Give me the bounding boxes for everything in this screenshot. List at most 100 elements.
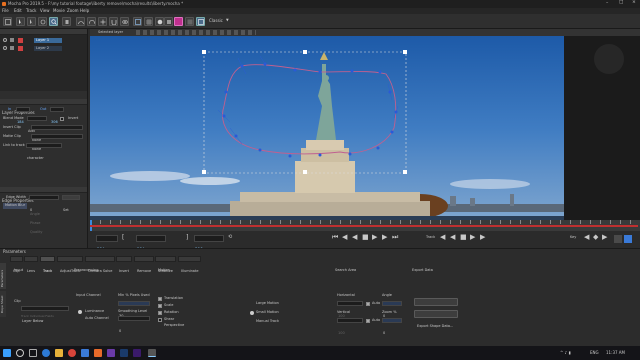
- horizontal-auto-checkbox[interactable]: [366, 302, 370, 306]
- end-frame-field[interactable]: 306: [194, 235, 224, 252]
- layer-dropdown[interactable]: Selected layer: [98, 30, 123, 35]
- maximize-button[interactable]: □: [619, 0, 623, 6]
- track-backward-icon[interactable]: ◀: [440, 234, 445, 241]
- start-frame-field[interactable]: 184: [96, 235, 118, 252]
- show-matte-icon[interactable]: [185, 17, 194, 26]
- link-tool-icon[interactable]: [120, 17, 129, 26]
- tab-clip[interactable]: Clip: [10, 256, 23, 273]
- clip-select[interactable]: Layer Below: [21, 306, 69, 323]
- step-back-icon[interactable]: ◀: [342, 234, 347, 241]
- add-point-icon[interactable]: [98, 17, 107, 26]
- task-view-icon[interactable]: [29, 349, 37, 357]
- layer-row[interactable]: Layer 2: [0, 45, 88, 52]
- store-icon[interactable]: [81, 349, 89, 357]
- hand-tool-icon[interactable]: [62, 17, 71, 26]
- edge-width-field[interactable]: 0: [29, 195, 59, 212]
- file-explorer-icon[interactable]: [55, 349, 63, 357]
- browser-icon[interactable]: [42, 349, 50, 357]
- layer-color-swatch[interactable]: [174, 17, 183, 26]
- media-icon[interactable]: [94, 349, 102, 357]
- luminance-radio[interactable]: [78, 310, 82, 314]
- zoom-field[interactable]: 0: [382, 318, 402, 335]
- export-shape-data-button[interactable]: Export Shape Data...: [414, 310, 458, 328]
- tab-stabilize[interactable]: Stabilize: [155, 256, 176, 273]
- rotation-checkbox[interactable]: [158, 311, 162, 315]
- mask-tool-icon[interactable]: [164, 17, 173, 26]
- timeline-bar[interactable]: [90, 220, 640, 231]
- eye-icon[interactable]: [3, 38, 7, 42]
- app-icon[interactable]: [107, 349, 115, 357]
- smoothing-level-field[interactable]: 0: [118, 316, 150, 333]
- mocha-taskbar-icon[interactable]: [148, 349, 156, 357]
- play-back-icon[interactable]: ◀: [352, 234, 357, 241]
- lock-icon[interactable]: [10, 46, 14, 50]
- add-key-icon[interactable]: ◆: [593, 234, 598, 241]
- next-key-icon[interactable]: ▶: [602, 234, 607, 241]
- track-step-back-icon[interactable]: ◀: [450, 234, 455, 241]
- invert-checkbox[interactable]: [60, 117, 64, 121]
- tab-camera-solve[interactable]: Camera Solve: [85, 256, 116, 273]
- minimize-button[interactable]: –: [606, 1, 608, 7]
- prev-key-icon[interactable]: ◀: [584, 234, 589, 241]
- menu-movie[interactable]: Movie: [53, 9, 65, 13]
- windows-start-icon[interactable]: [3, 349, 11, 357]
- zoom-tool-icon[interactable]: [49, 17, 58, 26]
- select-tool-icon[interactable]: [16, 17, 25, 26]
- grid-tool-icon[interactable]: [144, 17, 153, 26]
- delete-key-icon[interactable]: [614, 235, 622, 243]
- bracket-in-icon[interactable]: [: [122, 235, 124, 241]
- menu-file[interactable]: File: [2, 9, 9, 13]
- stop-icon[interactable]: ■: [362, 234, 369, 241]
- save-icon[interactable]: [3, 17, 12, 26]
- translation-checkbox[interactable]: [158, 297, 162, 301]
- vertical-auto-checkbox[interactable]: [366, 319, 370, 323]
- xspline-pen-icon[interactable]: [76, 17, 85, 26]
- select-all-icon[interactable]: [27, 17, 36, 26]
- pan-tool-icon[interactable]: [38, 17, 47, 26]
- tab-remove[interactable]: Remove: [134, 256, 155, 273]
- play-icon[interactable]: ▶: [372, 234, 377, 241]
- tab-illuminate[interactable]: Illuminate: [178, 256, 202, 273]
- blend-mode-select[interactable]: Add: [27, 116, 47, 133]
- insert-clip-select[interactable]: None: [31, 125, 83, 142]
- auto-key-icon[interactable]: [624, 235, 632, 243]
- layer-row[interactable]: Layer 1: [0, 37, 88, 44]
- set-button[interactable]: Set: [62, 195, 80, 212]
- insert-tool-icon[interactable]: [155, 17, 164, 26]
- after-effects-icon[interactable]: [133, 349, 141, 357]
- tab-lens[interactable]: Lens: [24, 256, 39, 273]
- current-frame-field[interactable]: 184: [136, 235, 166, 252]
- horizontal-field[interactable]: 100: [337, 301, 363, 318]
- track-stop-icon[interactable]: ■: [460, 234, 467, 241]
- menu-help[interactable]: Help: [80, 9, 89, 13]
- track-forward-icon[interactable]: ▶: [480, 234, 485, 241]
- shear-checkbox[interactable]: [158, 318, 162, 322]
- menu-view[interactable]: View: [40, 9, 50, 13]
- out-field[interactable]: 306: [50, 107, 64, 124]
- search-icon[interactable]: [16, 349, 24, 357]
- tab-adjust-track[interactable]: AdjustTrack: [57, 256, 84, 273]
- tab-insert[interactable]: Insert: [116, 256, 133, 273]
- magnetic-tool-icon[interactable]: [109, 17, 118, 26]
- tab-track[interactable]: Track: [40, 256, 56, 273]
- go-start-icon[interactable]: ⏮: [332, 234, 338, 241]
- view-mode-dropdown[interactable]: Classic: [209, 19, 223, 23]
- min-pixels-field[interactable]: 30: [118, 301, 150, 318]
- menu-zoom[interactable]: Zoom: [67, 9, 79, 13]
- small-motion-radio[interactable]: [250, 311, 254, 315]
- link-track-select[interactable]: character: [26, 143, 62, 160]
- menu-edit[interactable]: Edit: [14, 9, 22, 13]
- angle-field[interactable]: 0: [382, 301, 402, 318]
- export-tracking-data-button[interactable]: Export Tracking Data...: [414, 298, 458, 316]
- in-field[interactable]: 184: [16, 107, 30, 124]
- track-step-forward-icon[interactable]: ▶: [470, 234, 475, 241]
- step-forward-icon[interactable]: ▶: [382, 234, 387, 241]
- lock-icon[interactable]: [10, 38, 14, 42]
- loop-icon[interactable]: ⟲: [228, 235, 232, 240]
- chrome-icon[interactable]: [68, 349, 76, 357]
- go-end-icon[interactable]: ⏭: [392, 234, 398, 241]
- surface-tool-icon[interactable]: [133, 17, 142, 26]
- close-button[interactable]: ×: [632, 0, 636, 6]
- bezier-pen-icon[interactable]: [87, 17, 96, 26]
- photoshop-icon[interactable]: [120, 349, 128, 357]
